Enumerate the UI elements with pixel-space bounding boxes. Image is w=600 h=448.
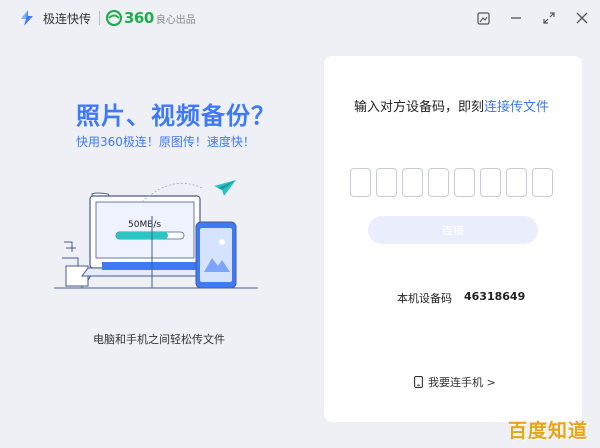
360-logo-icon (106, 10, 122, 26)
progress-fill (116, 232, 168, 239)
card-title-prefix: 输入对方设备码，即刻 (354, 100, 485, 115)
lightning-icon (21, 10, 33, 26)
restore-icon (543, 12, 555, 24)
restore-button[interactable] (540, 9, 558, 27)
code-digit-7[interactable] (506, 168, 527, 197)
minimize-button[interactable] (507, 9, 525, 27)
brand-slogan: 良心出品 (155, 14, 196, 26)
connect-phone-label[interactable]: 我要连手机 > (428, 374, 496, 390)
code-digit-4[interactable] (428, 168, 449, 197)
paper-plane (214, 180, 236, 196)
code-digit-3[interactable] (402, 168, 423, 197)
device-code-label: 本机设备码 (397, 292, 452, 305)
keyboard-bar (102, 262, 198, 270)
close-button[interactable] (573, 9, 591, 27)
code-digit-6[interactable] (480, 168, 501, 197)
device-code-value: 46318649 (464, 290, 526, 303)
card-title: 输入对方设备码，即刻连接传文件 (354, 96, 549, 115)
code-digit-8[interactable] (532, 168, 553, 197)
skin-icon (476, 11, 490, 25)
title-divider (99, 11, 100, 25)
connect-phone-link[interactable]: 我要连手机 > (414, 374, 496, 390)
phone-icon (414, 376, 423, 388)
local-device-code: 本机设备码 46318649 (397, 290, 525, 306)
title-bar: 极连快传 360 良心出品 (0, 0, 600, 36)
connect-card: 输入对方设备码，即刻连接传文件 连接 本机设备码 46318649 我要连手机 … (324, 56, 582, 422)
code-digit-1[interactable] (350, 168, 371, 197)
illustration-caption: 电脑和手机之间轻松传文件 (93, 333, 225, 346)
card-title-link: 连接传文件 (484, 100, 550, 115)
minimize-icon (511, 17, 521, 19)
phone-screen (200, 228, 232, 282)
hero-title: 照片、视频备份？ (76, 102, 276, 130)
hero-subtitle: 快用360极连！原图传！速度快！ (76, 135, 255, 149)
brand-number: 360 (124, 9, 154, 27)
monitor-screen (95, 201, 195, 259)
skin-button[interactable] (474, 9, 492, 27)
device-code-input[interactable] (350, 168, 553, 197)
brand-360-logo: 360 良心出品 (106, 9, 196, 27)
transfer-illustration: 50MB/s (54, 180, 258, 289)
speed-label: 50MB/s (128, 220, 161, 230)
watermark: 百度知道 (508, 420, 589, 442)
close-icon (576, 12, 588, 24)
app-name: 极连快传 (43, 12, 92, 26)
connect-button[interactable]: 连接 (368, 216, 538, 244)
code-digit-5[interactable] (454, 168, 475, 197)
code-digit-2[interactable] (376, 168, 397, 197)
